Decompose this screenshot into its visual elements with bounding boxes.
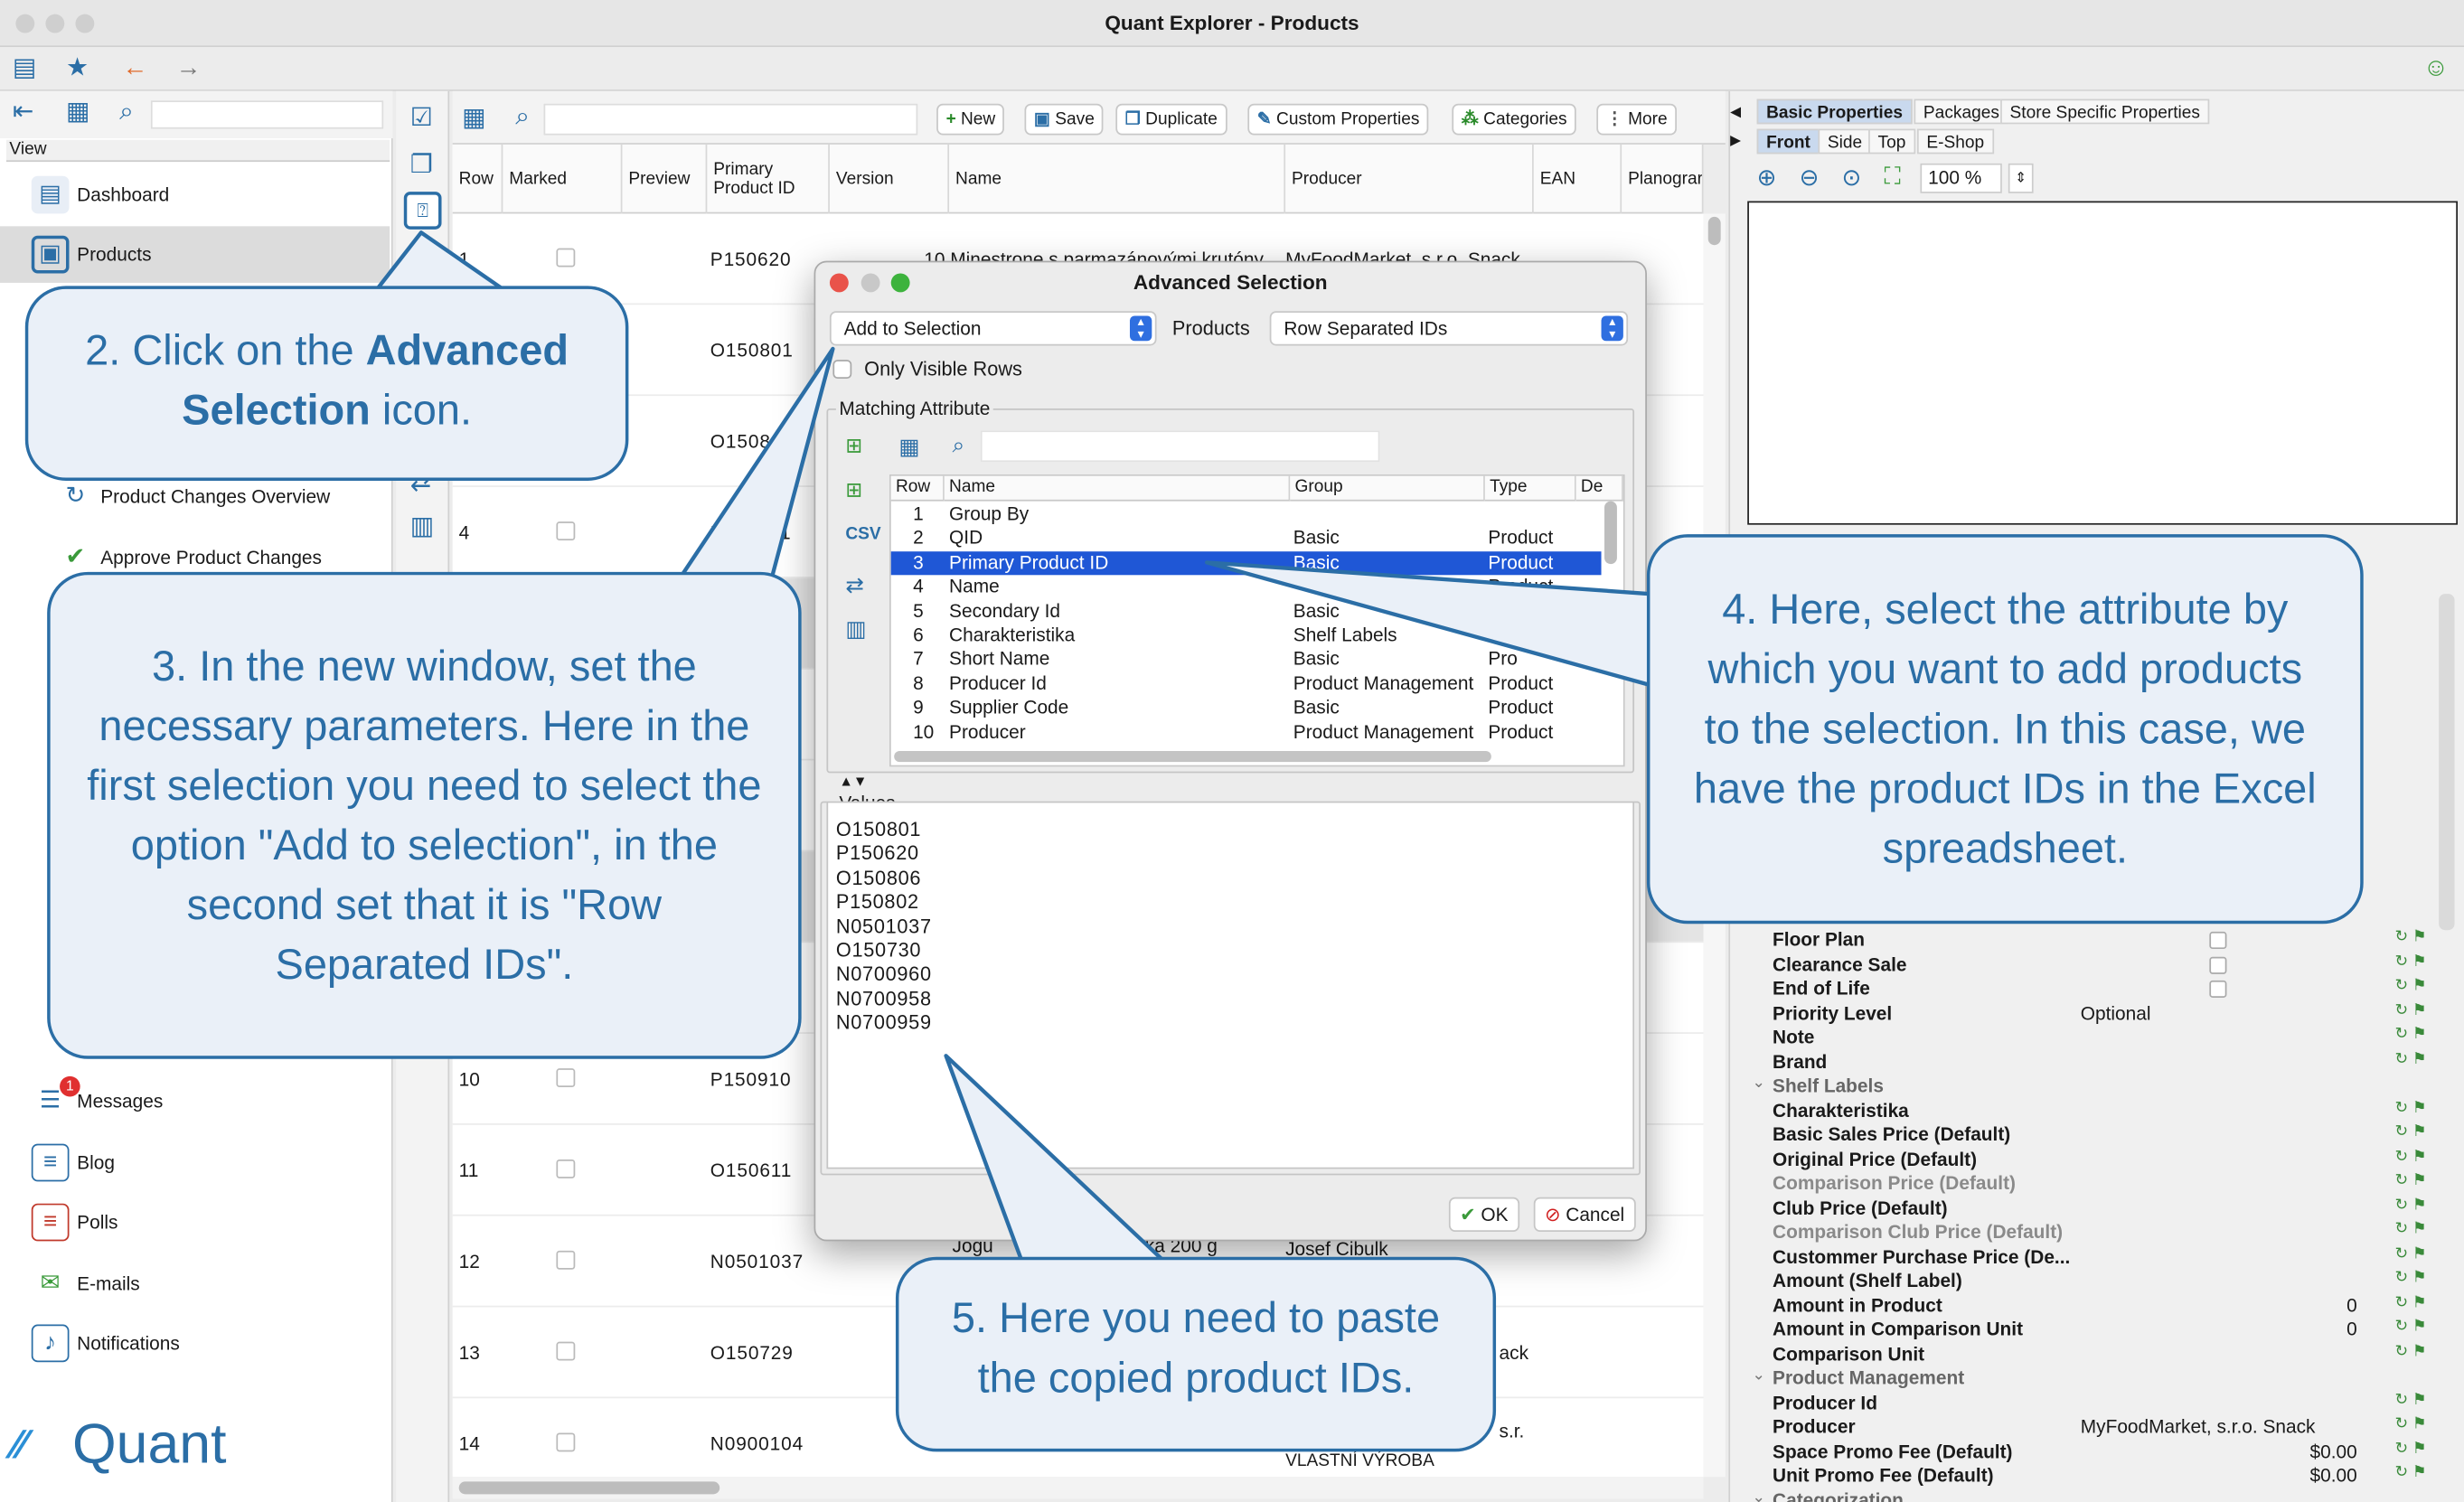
callout-step-5: 5. Here you need to paste the copied pro… [895,1256,1497,1452]
callout-step-2: 2. Click on the Advanced Selection icon. [24,286,629,481]
callout-step-4: 4. Here, select the attribute by which y… [1646,534,2364,925]
callout-step-3: 3. In the new window, set the necessary … [47,571,802,1059]
